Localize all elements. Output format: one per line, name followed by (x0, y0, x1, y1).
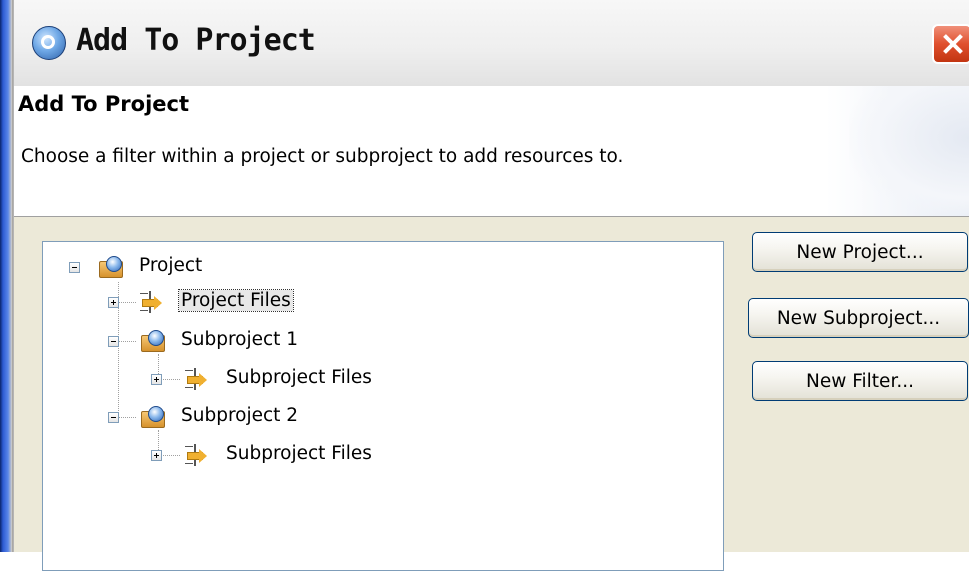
filter-icon (139, 291, 163, 313)
expand-icon[interactable] (151, 374, 162, 385)
tree-item-label: Subproject 2 (181, 405, 299, 426)
tree-item-label: Subproject Files (226, 443, 372, 464)
gear-icon (32, 26, 66, 60)
collapse-icon[interactable] (108, 412, 119, 423)
filter-icon (184, 368, 208, 390)
window-title: Add To Project (76, 23, 316, 58)
tree-item-subproject-1[interactable]: Subproject 1 (43, 327, 723, 357)
project-folder-icon (99, 256, 123, 278)
new-subproject-button[interactable]: New Subproject... (748, 298, 969, 338)
tree-item-subproject-2[interactable]: Subproject 2 (43, 403, 723, 433)
filter-arrowhead (199, 449, 207, 463)
filter-tick (185, 370, 193, 371)
tree-item-project[interactable]: Project (43, 252, 723, 282)
filter-tick (140, 293, 148, 294)
expand-icon[interactable] (151, 450, 162, 461)
header-description: Choose a filter within a project or subp… (21, 146, 624, 167)
tree-item-label: Subproject Files (226, 367, 372, 388)
window-left-edge (0, 0, 14, 552)
new-filter-button[interactable]: New Filter... (752, 361, 968, 401)
globe-shape (106, 256, 122, 272)
globe-shape (148, 406, 164, 422)
collapse-icon[interactable] (108, 336, 119, 347)
header-title: Add To Project (18, 92, 190, 116)
tree-item-subproject-2-files[interactable]: Subproject Files (43, 441, 723, 471)
filter-icon (184, 444, 208, 466)
filter-arrowhead (199, 373, 207, 387)
close-button[interactable] (932, 24, 969, 64)
filter-tick (140, 310, 148, 311)
filter-arrowhead (154, 296, 162, 310)
tree-item-label: Project (139, 255, 203, 276)
filter-tick (185, 463, 193, 464)
filter-tick (185, 446, 193, 447)
tree-item-label: Subproject 1 (181, 329, 299, 350)
project-folder-icon (141, 406, 165, 428)
header-decoration (849, 86, 969, 216)
project-folder-icon (141, 330, 165, 352)
new-project-button[interactable]: New Project... (752, 232, 968, 272)
project-tree[interactable]: Project Project Files Subproject 1 Subpr… (42, 241, 724, 571)
collapse-icon[interactable] (69, 262, 80, 273)
globe-shape (148, 330, 164, 346)
tree-item-subproject-1-files[interactable]: Subproject Files (43, 365, 723, 395)
filter-tick (185, 387, 193, 388)
expand-icon[interactable] (108, 297, 119, 308)
tree-item-label: Project Files (178, 289, 294, 312)
tree-item-project-files[interactable]: Project Files (43, 288, 723, 318)
title-bar[interactable]: Add To Project (14, 0, 969, 87)
